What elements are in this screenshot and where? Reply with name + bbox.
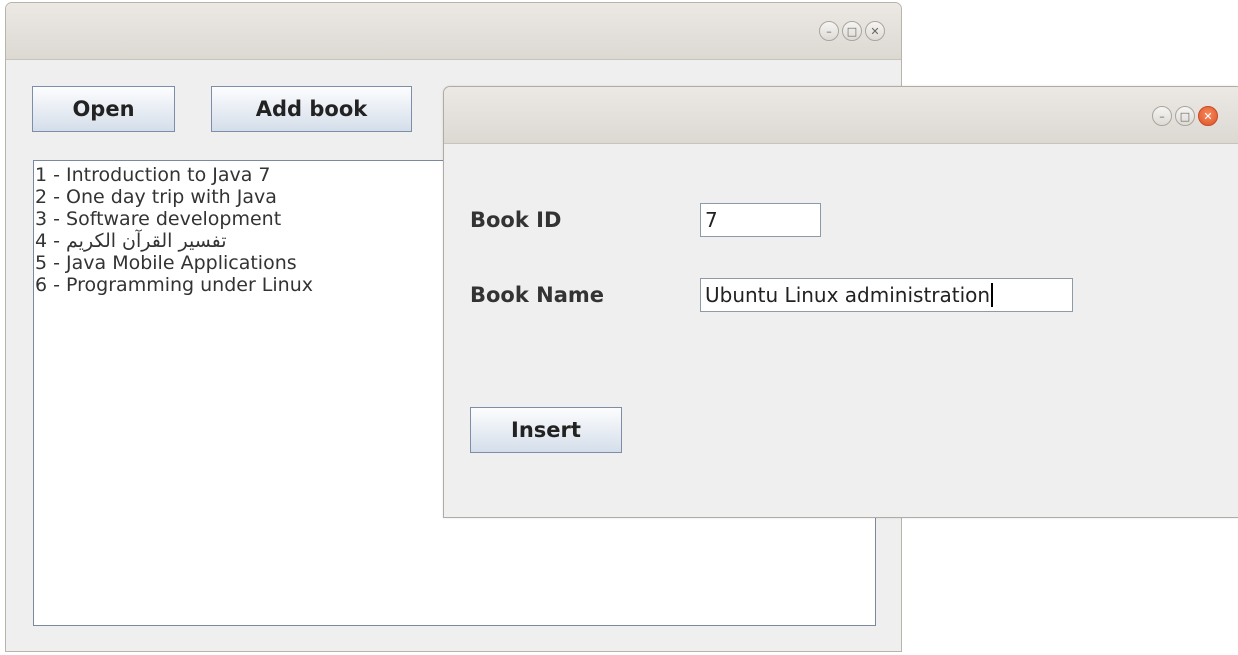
book-name-value: Ubuntu Linux administration — [705, 283, 991, 307]
minimize-icon[interactable]: – — [819, 21, 839, 41]
dialog-window-controls: – □ ✕ — [1152, 106, 1218, 126]
list-item-title: Programming under Linux — [66, 274, 314, 296]
add-book-button[interactable]: Add book — [211, 86, 412, 132]
list-item-number: 1 - — [35, 164, 67, 186]
close-icon[interactable]: ✕ — [1198, 106, 1218, 126]
list-item-title: Introduction to Java 7 — [66, 164, 271, 186]
book-name-field[interactable]: Ubuntu Linux administration — [700, 278, 1073, 312]
list-item-number: 5 - — [35, 252, 67, 274]
list-item-number: 4 - — [35, 230, 67, 252]
open-button[interactable]: Open — [32, 86, 175, 132]
maximize-icon[interactable]: □ — [1175, 106, 1195, 126]
book-name-label: Book Name — [470, 283, 605, 307]
add-book-dialog: – □ ✕ Book ID 7 Book Name Ubuntu Linux a… — [443, 86, 1238, 518]
list-item-title: One day trip with Java — [66, 186, 277, 208]
maximize-icon[interactable]: □ — [842, 21, 862, 41]
list-item-number: 3 - — [35, 208, 67, 230]
minimize-icon[interactable]: – — [1152, 106, 1172, 126]
main-window-controls: – □ ✕ — [819, 21, 885, 41]
dialog-titlebar[interactable]: – □ ✕ — [444, 87, 1238, 144]
list-item-title: Java Mobile Applications — [66, 252, 297, 274]
book-id-label: Book ID — [470, 208, 562, 232]
book-id-value: 7 — [705, 208, 718, 232]
close-icon[interactable]: ✕ — [865, 21, 885, 41]
main-window-titlebar[interactable]: – □ ✕ — [6, 3, 901, 60]
list-item-title: تفسير القرآن الكريم — [66, 230, 227, 252]
book-id-field[interactable]: 7 — [700, 203, 821, 237]
list-item-title: Software development — [66, 208, 282, 230]
insert-button[interactable]: Insert — [470, 407, 622, 453]
text-caret — [991, 283, 994, 307]
list-item-number: 2 - — [35, 186, 67, 208]
list-item-number: 6 - — [35, 274, 67, 296]
